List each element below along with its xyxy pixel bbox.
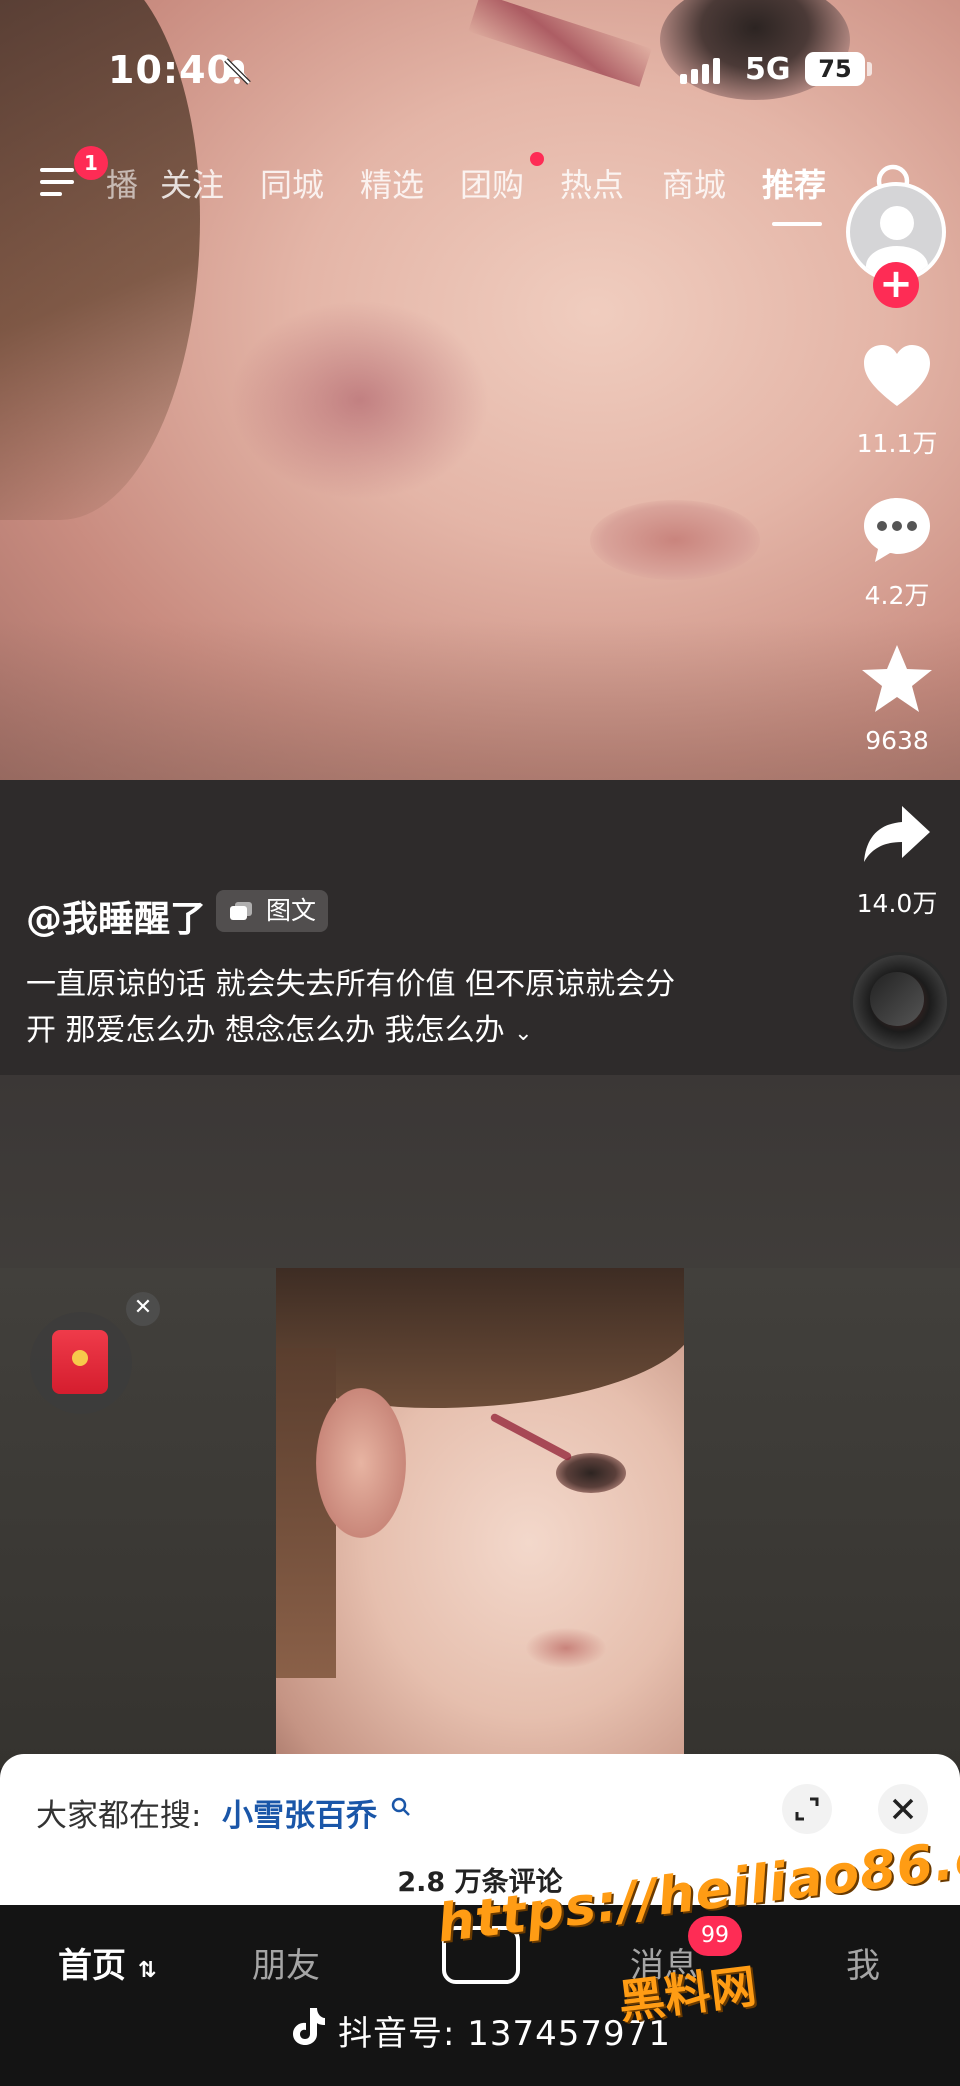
tab-trending[interactable]: 热点 — [560, 160, 624, 206]
tab-following[interactable]: 关注 — [160, 160, 224, 206]
tab-recommended[interactable]: 推荐 — [762, 160, 826, 206]
share-count: 14.0万 — [856, 889, 938, 918]
nav-home[interactable]: 首页 ⇅ — [58, 1938, 156, 1987]
douyin-logo-icon — [293, 2008, 325, 2045]
post-caption[interactable]: 一直原谅的话 就会失去所有价值 但不原谅就会分 开 那爱怎么办 想念怎么办 我怎… — [26, 962, 786, 1057]
menu-badge: 1 — [74, 146, 108, 180]
feed-gap — [0, 1075, 960, 1270]
close-icon[interactable]: ✕ — [126, 1292, 160, 1326]
refresh-icon: ⇅ — [137, 1958, 157, 1983]
search-suggestion-label: 大家都在搜: — [36, 1798, 202, 1834]
caption-line-1: 一直原谅的话 就会失去所有价值 但不原谅就会分 — [26, 967, 676, 1002]
signal-icon — [680, 58, 720, 84]
battery-level: 75 — [805, 52, 865, 86]
share-icon[interactable] — [860, 798, 934, 872]
comment-icon[interactable] — [860, 492, 934, 566]
tab-partial[interactable]: 播 — [106, 160, 138, 206]
search-suggestion-term[interactable]: 小雪张百乔 — [222, 1790, 377, 1835]
chevron-down-icon[interactable]: ⌄ — [514, 1021, 532, 1046]
menu-icon[interactable] — [40, 168, 74, 198]
follow-button[interactable]: + — [873, 262, 919, 308]
music-cover — [870, 972, 924, 1026]
tab-notification-dot — [530, 152, 544, 166]
comment-count: 4.2万 — [864, 581, 930, 610]
active-tab-indicator — [772, 222, 822, 226]
post-image-second[interactable] — [276, 1268, 684, 1768]
network-type: 5G — [745, 52, 791, 87]
red-packet-coin — [72, 1350, 88, 1366]
expand-icon[interactable] — [782, 1784, 832, 1834]
favorite-count: 9638 — [865, 726, 929, 755]
username[interactable]: @我睡醒了 — [26, 890, 206, 942]
caption-line-2: 开 那爱怎么办 想念怎么办 我怎么办 ⌄ — [26, 1013, 533, 1048]
battery-tip — [867, 62, 872, 76]
bell-off-icon — [224, 58, 251, 85]
nav-me[interactable]: 我 — [846, 1938, 880, 1987]
tab-local[interactable]: 同城 — [260, 160, 324, 206]
search-icon — [391, 1797, 410, 1816]
images-icon — [230, 902, 252, 920]
star-icon[interactable] — [860, 642, 934, 716]
tab-featured[interactable]: 精选 — [360, 160, 424, 206]
post-image-top[interactable] — [0, 0, 960, 780]
heart-icon[interactable] — [860, 340, 934, 414]
tab-group-buy[interactable]: 团购 — [460, 160, 524, 206]
close-icon[interactable] — [878, 1784, 928, 1834]
tab-mall[interactable]: 商城 — [662, 160, 726, 206]
status-time: 10:40 — [108, 48, 234, 92]
nav-friends[interactable]: 朋友 — [252, 1938, 320, 1987]
like-count: 11.1万 — [856, 429, 938, 458]
